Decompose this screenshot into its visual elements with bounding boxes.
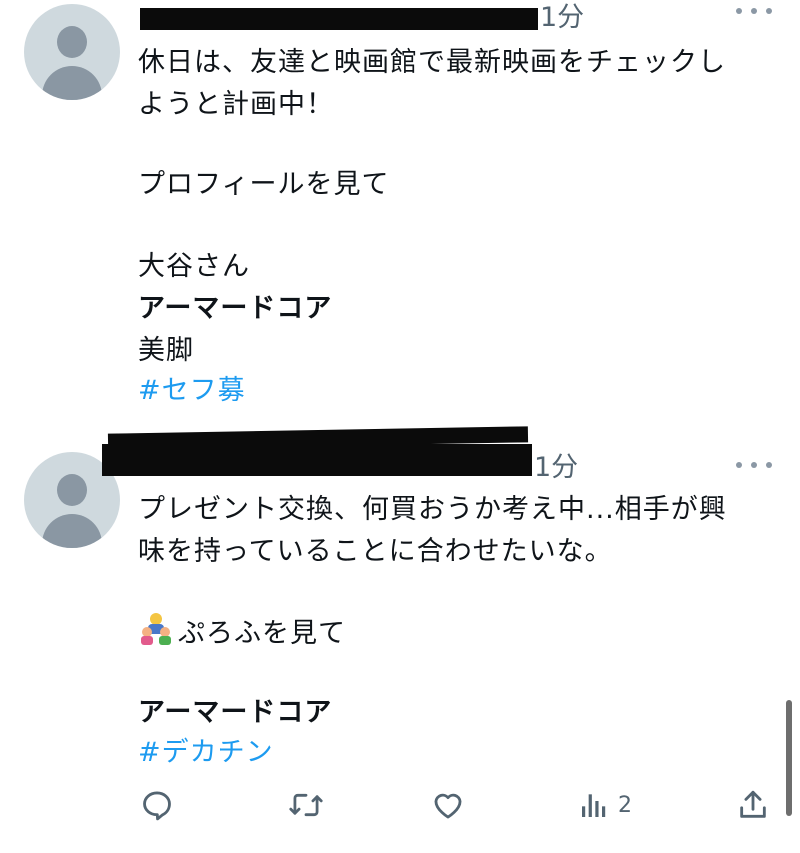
tweet-text-line-with-emoji: ぷろふを見て [138,612,346,654]
views-count: 2 [618,792,632,818]
tweet-header: 1分 [138,0,772,40]
views-button[interactable]: 2 [578,780,632,830]
hashtag-link[interactable]: #デカチン [138,733,274,773]
tweet-text-line: プロフィールを見て [138,169,390,200]
avatar-head-shape [57,26,87,58]
avatar-body-shape [42,66,102,100]
like-icon [434,793,462,819]
tweet-text-line: 味を持っていることに合わせたいな。 [138,536,613,567]
tweet-text-line: プレゼント交換、何買おうか考え中...相手が興 [138,494,727,525]
tweet-text-line: 大谷さん [138,251,250,282]
retweet-icon [289,793,323,817]
more-options-icon[interactable] [736,462,772,474]
avatar-head-shape [57,474,87,506]
views-icon [582,794,606,817]
tweet-text-span: ぷろふを見て [178,618,346,649]
reply-button[interactable] [140,780,174,830]
avatar[interactable] [24,4,120,100]
scrollbar[interactable] [786,700,792,816]
redacted-username [140,8,538,30]
share-button[interactable] [736,780,770,830]
tweet-header: 1分 [102,426,772,483]
tweet-text-line: 美脚 [138,335,194,366]
family-emoji-icon [138,612,174,645]
tweet-1[interactable]: 1分 休日は、友達と映画館で最新映画をチェックし ようと計画中！ プロフィールを… [0,0,800,430]
tweet-timestamp[interactable]: 1分 [540,2,584,34]
hashtag-link[interactable]: #セフ募 [138,371,246,411]
share-icon [740,790,766,818]
tweet-text-line-bold: アーマードコア [138,293,333,324]
more-options-icon[interactable] [736,8,772,20]
like-button[interactable] [430,780,466,830]
retweet-button[interactable] [288,780,324,830]
tweet-text-line-bold: アーマードコア [138,697,333,728]
reply-icon [143,791,171,821]
tweet-timestamp[interactable]: 1分 [534,452,578,484]
tweet-text-line: ようと計画中！ [138,89,334,120]
avatar-body-shape [42,514,102,548]
redacted-username [102,444,532,476]
tweet-text-line: 休日は、友達と映画館で最新映画をチェックし [138,47,726,78]
tweet-actions: 2 [138,780,778,830]
